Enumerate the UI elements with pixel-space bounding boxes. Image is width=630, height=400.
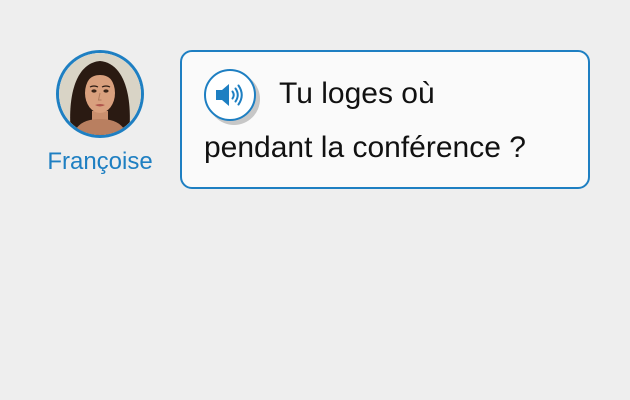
bubble-text-line-1: Tu loges où [279, 77, 435, 110]
play-audio-button[interactable] [204, 69, 256, 121]
bubble-text-line-2: pendant la conférence ? [204, 131, 526, 164]
speaker-name: Françoise [47, 148, 153, 175]
speech-bubble: Tu loges où pendant la conférence ? [180, 50, 590, 189]
speaker-volume-icon [216, 84, 243, 106]
speaker-avatar [56, 50, 144, 138]
woman-portrait-avatar-icon [59, 53, 141, 135]
